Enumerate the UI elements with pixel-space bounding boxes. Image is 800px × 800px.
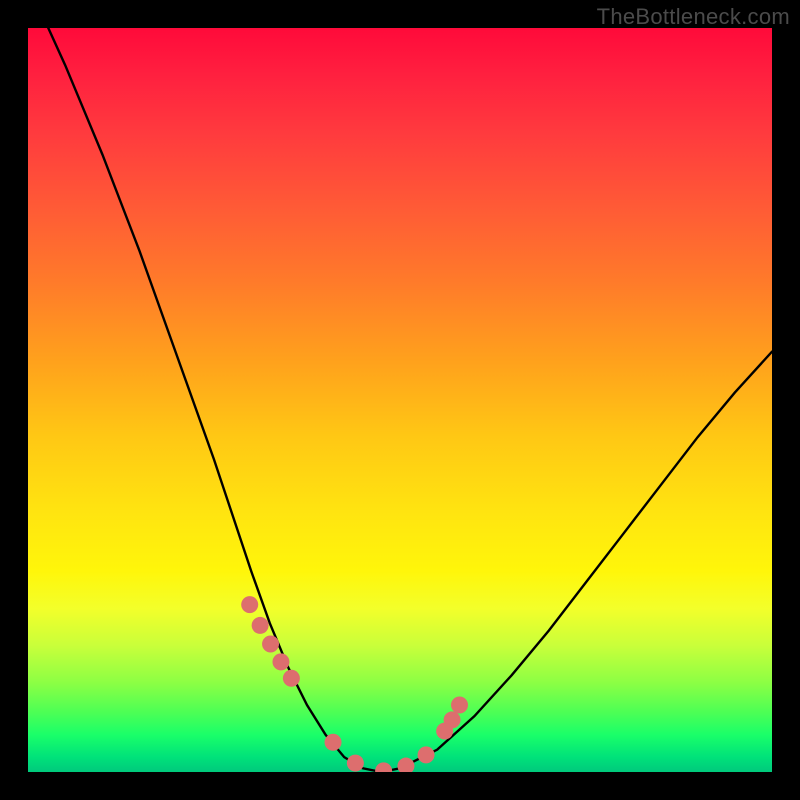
- marker-dot: [375, 762, 392, 772]
- marker-dot: [444, 711, 461, 728]
- marker-dot: [451, 697, 468, 714]
- chart-frame: TheBottleneck.com: [0, 0, 800, 800]
- bottleneck-curve: [28, 28, 772, 772]
- marker-dot: [252, 617, 269, 634]
- plot-area: [28, 28, 772, 772]
- marker-dot: [262, 636, 279, 653]
- marker-dot: [241, 596, 258, 613]
- marker-dot: [418, 746, 435, 763]
- marker-dot: [347, 755, 364, 772]
- marker-dot: [397, 758, 414, 772]
- chart-svg: [28, 28, 772, 772]
- marker-dot: [283, 670, 300, 687]
- marker-dots-group: [241, 596, 468, 772]
- marker-dot: [325, 734, 342, 751]
- marker-dot: [272, 653, 289, 670]
- watermark-text: TheBottleneck.com: [597, 4, 790, 30]
